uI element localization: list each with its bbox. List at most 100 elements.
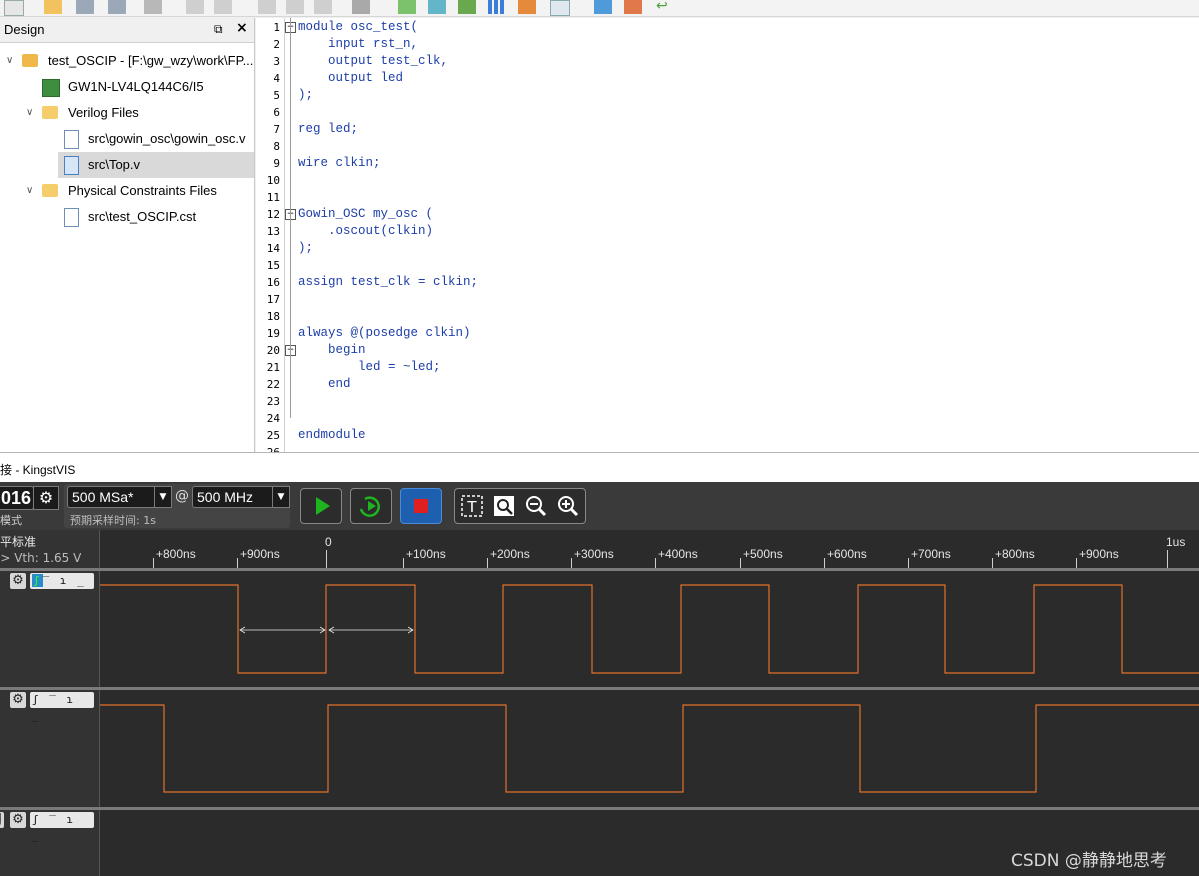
- zoom-out-icon[interactable]: [525, 495, 547, 517]
- start-button[interactable]: [300, 488, 342, 524]
- chevron-down-icon[interactable]: ∨: [6, 48, 16, 74]
- line-number: 10: [266, 174, 280, 187]
- code-line[interactable]: .oscout(clkin): [298, 223, 433, 240]
- netlist-icon[interactable]: [488, 0, 506, 14]
- tree-item-label: test_OSCIP - [F:\gw_wzy\work\FP...: [48, 53, 254, 68]
- line-number: 19: [266, 327, 280, 340]
- sample-rate-select[interactable]: 500 MSa*: [67, 486, 157, 508]
- line-number: 3: [273, 55, 280, 68]
- line-number: 21: [266, 361, 280, 374]
- chevron-down-icon[interactable]: ▼: [272, 486, 290, 508]
- device-number[interactable]: 016: [0, 486, 34, 510]
- redo-icon[interactable]: [214, 0, 232, 14]
- trigger-selector[interactable]: ʃ‾ ɿ _: [30, 573, 94, 589]
- code-line[interactable]: end: [298, 376, 351, 393]
- project-folder-icon: [22, 54, 38, 67]
- ide-toolbar: ↩: [0, 0, 1199, 17]
- code-line[interactable]: assign test_clk = clkin;: [298, 274, 478, 291]
- tree-item-label: GW1N-LV4LQ144C6/I5: [68, 79, 204, 94]
- code-line[interactable]: output led: [298, 70, 403, 87]
- code-line[interactable]: );: [298, 87, 313, 104]
- timing-icon[interactable]: [550, 0, 570, 16]
- stop-button[interactable]: [400, 488, 442, 524]
- code-line[interactable]: module osc_test(: [298, 19, 418, 36]
- line-number: 8: [273, 140, 280, 153]
- restore-icon[interactable]: ⧉: [214, 22, 223, 37]
- back-arrow-icon[interactable]: ↩: [656, 0, 674, 14]
- chevron-down-icon[interactable]: ∨: [26, 100, 36, 126]
- gao-icon[interactable]: [594, 0, 612, 14]
- folder-icon: [42, 184, 58, 197]
- line-number: 20: [266, 344, 280, 357]
- channel-0-waveform: [100, 584, 1199, 674]
- line-number: 1: [273, 21, 280, 34]
- tree-item-device[interactable]: GW1N-LV4LQ144C6/I5: [0, 74, 254, 100]
- device-settings-gear-icon[interactable]: ⚙: [33, 486, 59, 510]
- trigger-selector[interactable]: ʃ ‾ ɿ _: [30, 812, 94, 842]
- line-number: 13: [266, 225, 280, 238]
- place-route-icon[interactable]: [428, 0, 446, 14]
- sample-frequency-select[interactable]: 500 MHz: [192, 486, 274, 508]
- tree-item-label: Verilog Files: [68, 105, 139, 120]
- save-icon[interactable]: [76, 0, 94, 14]
- code-line[interactable]: begin: [298, 342, 366, 359]
- undo-icon[interactable]: [186, 0, 204, 14]
- folder-icon: [42, 106, 58, 119]
- zoom-in-icon[interactable]: [557, 495, 579, 517]
- code-line[interactable]: );: [298, 240, 313, 257]
- code-line[interactable]: wire clkin;: [298, 155, 381, 172]
- tree-item-cst[interactable]: src\test_OSCIP.cst: [0, 204, 254, 230]
- design-panel-title: Design: [4, 22, 45, 37]
- code-line[interactable]: endmodule: [298, 427, 366, 444]
- new-file-icon[interactable]: [4, 0, 24, 16]
- code-line[interactable]: output test_clk,: [298, 53, 448, 70]
- split-view-icon[interactable]: [352, 0, 370, 14]
- tree-item-top-v[interactable]: src\Top.v: [58, 152, 254, 178]
- play-icon: [316, 497, 330, 515]
- chevron-down-icon[interactable]: ▼: [154, 486, 172, 508]
- tree-item-constraints[interactable]: ∨ Physical Constraints Files: [0, 178, 254, 204]
- text-annotation-icon[interactable]: T: [461, 495, 483, 517]
- tree-item-label: src\test_OSCIP.cst: [88, 209, 197, 224]
- zoom-fit-icon[interactable]: [493, 495, 515, 517]
- code-editor[interactable]: 1 2 3 4 5 6 7 8 9 10 11 12 13 14 15 16 17 18 19 20 21 22 23 24 2…: [256, 18, 1199, 459]
- tree-item-project[interactable]: ∨ test_OSCIP - [F:\gw_wzy\work\FP...: [0, 48, 254, 74]
- paste-icon[interactable]: [314, 0, 332, 14]
- channel-settings-gear-icon[interactable]: ⚙: [10, 812, 26, 828]
- line-number: 11: [266, 191, 280, 204]
- channel-settings-gear-icon[interactable]: ⚙: [10, 692, 26, 708]
- kingstvis-title-bar: 接 - KingstVIS: [0, 452, 1199, 483]
- program-device-icon[interactable]: [458, 0, 476, 14]
- threshold-value: -> Vth: 1.65 V: [0, 551, 82, 565]
- tree-item-gowin-osc[interactable]: src\gowin_osc\gowin_osc.v: [0, 126, 254, 152]
- line-number: 15: [266, 259, 280, 272]
- floorplan-icon[interactable]: [518, 0, 536, 14]
- synthesize-icon[interactable]: [398, 0, 416, 14]
- save-all-icon[interactable]: [108, 0, 126, 14]
- device-chip-icon: [42, 79, 60, 97]
- watermark: CSDN @静静地思考: [1011, 851, 1167, 871]
- stop-icon: [414, 499, 428, 513]
- code-line[interactable]: led = ~led;: [298, 359, 441, 376]
- cut-icon[interactable]: [258, 0, 276, 14]
- line-number: 24: [266, 412, 280, 425]
- ip-core-icon[interactable]: [624, 0, 642, 14]
- tree-item-verilog-files[interactable]: ∨ Verilog Files: [0, 100, 254, 126]
- code-line[interactable]: Gowin_OSC my_osc (: [298, 206, 433, 223]
- file-icon: [64, 130, 79, 149]
- code-line[interactable]: input rst_n,: [298, 36, 418, 53]
- trigger-selector[interactable]: ʃ ‾ ɿ _: [30, 692, 94, 722]
- channel-settings-gear-icon[interactable]: ⚙: [10, 573, 26, 589]
- close-icon[interactable]: ×: [236, 20, 248, 36]
- copy-icon[interactable]: [286, 0, 304, 14]
- line-number: 18: [266, 310, 280, 323]
- print-icon[interactable]: [144, 0, 162, 14]
- window-title: 接 - KingstVIS: [0, 463, 76, 477]
- open-folder-icon[interactable]: [44, 0, 62, 14]
- code-line[interactable]: reg led;: [298, 121, 358, 138]
- waveform-canvas[interactable]: [100, 530, 1199, 876]
- loop-start-button[interactable]: [350, 488, 392, 524]
- code-line[interactable]: always @(posedge clkin): [298, 325, 471, 342]
- channel-number: J: [0, 812, 4, 828]
- chevron-down-icon[interactable]: ∨: [26, 178, 36, 204]
